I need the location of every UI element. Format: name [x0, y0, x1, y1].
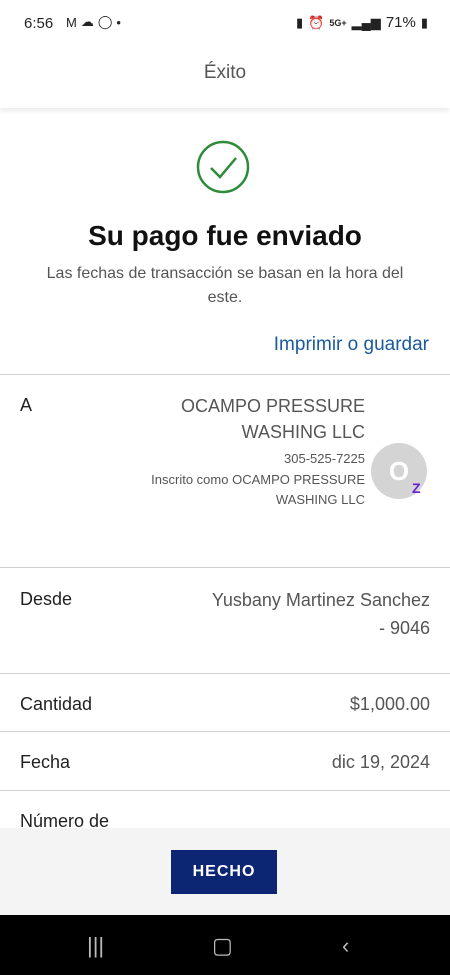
- recipient-details: OCAMPO PRESSURE WASHING LLC 305-525-7225…: [105, 393, 365, 510]
- system-icons: ▮ ⏰ 5G+ ▂▄▆ 71% ▮: [296, 14, 428, 31]
- gmail-icon: M: [66, 14, 77, 30]
- notification-icons: M ☁ ◯ •: [66, 14, 121, 30]
- success-heading: Su pago fue enviado: [88, 220, 362, 251]
- zelle-icon: Z: [412, 480, 421, 496]
- alarm-icon: ⏰: [308, 14, 325, 30]
- dot-icon: •: [116, 14, 121, 30]
- amount-label: Cantidad: [20, 694, 93, 714]
- number-label: Número de: [20, 811, 110, 828]
- home-icon[interactable]: ▢: [212, 933, 233, 959]
- top-bar: Éxito: [0, 46, 450, 108]
- back-icon[interactable]: ‹: [342, 933, 349, 959]
- from-label: Desde: [20, 589, 73, 609]
- check-circle-icon: [196, 140, 250, 194]
- timezone-note: Las fechas de transacción se basan en la…: [46, 265, 404, 306]
- network-label: 5G+: [329, 17, 347, 28]
- divider: [0, 731, 450, 732]
- recent-apps-icon[interactable]: |||: [87, 933, 104, 959]
- battery-percent: 71%: [385, 14, 416, 31]
- to-label: A: [20, 395, 33, 415]
- divider: [0, 790, 450, 791]
- done-button[interactable]: HECHO: [171, 850, 277, 894]
- divider: [0, 374, 450, 375]
- recipient-name: OCAMPO PRESSURE WASHING LLC: [180, 396, 365, 442]
- from-account: Yusbany Martinez Sanchez - 9046: [211, 590, 430, 638]
- cloud-icon: ☁: [80, 14, 94, 29]
- status-time: 6:56: [24, 15, 54, 32]
- page-title: Éxito: [203, 62, 247, 83]
- battery-icon: ▮: [420, 14, 428, 30]
- date-label: Fecha: [20, 752, 71, 772]
- status-bar: 6:56 M ☁ ◯ • ▮ ⏰ 5G+ ▂▄▆ 71% ▮: [0, 0, 450, 46]
- signal-icon: ▂▄▆: [351, 14, 381, 30]
- battery-saver-icon: ▮: [295, 14, 304, 30]
- print-save-link[interactable]: Imprimir o guardar: [274, 334, 429, 356]
- recipient-enrolled-as: Inscrito como OCAMPO PRESSURE WASHING LL…: [151, 472, 365, 507]
- amount-value: $1,000.00: [349, 694, 430, 714]
- receipt-content[interactable]: Su pago fue enviado Las fechas de transa…: [0, 108, 450, 828]
- system-nav-bar: ||| ▢ ‹: [0, 915, 450, 975]
- divider: [0, 673, 450, 674]
- whatsapp-icon: ◯: [97, 14, 113, 29]
- recipient-phone: 305-525-7225: [284, 451, 365, 466]
- footer: HECHO: [0, 828, 450, 915]
- date-value: dic 19, 2024: [331, 752, 430, 772]
- divider: [0, 567, 450, 568]
